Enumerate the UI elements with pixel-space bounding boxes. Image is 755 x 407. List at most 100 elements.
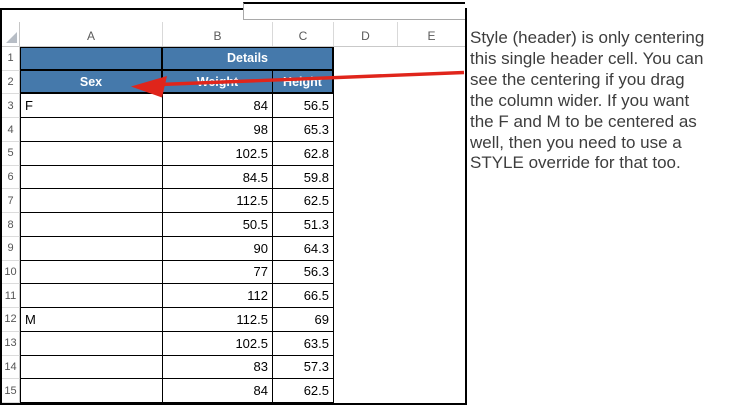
row-header-2[interactable]: 2	[2, 70, 20, 95]
column-header-d[interactable]: D	[334, 22, 398, 46]
row-header[interactable]: 4	[2, 118, 20, 142]
sex-cell[interactable]	[20, 141, 163, 166]
sex-cell[interactable]	[20, 260, 163, 285]
row-header[interactable]: 14	[2, 355, 20, 380]
row-header[interactable]: 3	[2, 94, 20, 119]
cell-a1[interactable]	[20, 47, 163, 71]
sheet-row: 8 50.5 51.3	[2, 213, 465, 237]
cell-empty-right[interactable]	[334, 260, 465, 285]
cell-empty-right[interactable]	[334, 308, 465, 332]
height-cell[interactable]: 56.5	[273, 94, 334, 119]
weight-cell[interactable]: 102.5	[163, 331, 273, 356]
row-header[interactable]: 15	[2, 379, 20, 404]
details-label: Details	[227, 51, 268, 66]
sheet-row: 15 84 62.5	[2, 379, 465, 404]
cell-height-header[interactable]: Height	[273, 70, 334, 95]
height-cell[interactable]: 57.3	[273, 355, 334, 380]
sheet-row: 3 F 84 56.5	[2, 94, 465, 119]
sex-cell[interactable]	[20, 331, 163, 356]
annotation-line: this single header cell. You can	[470, 48, 704, 68]
weight-cell[interactable]: 98	[163, 118, 273, 142]
sheet-row: 11 112 66.5	[2, 284, 465, 309]
cell-empty-right[interactable]	[334, 379, 465, 404]
name-box[interactable]	[243, 2, 465, 20]
annotation-line: well, then you need to use a	[470, 132, 682, 152]
sex-cell[interactable]	[20, 213, 163, 237]
row-header[interactable]: 6	[2, 165, 20, 190]
sheet-row-1: 1 Details	[2, 47, 465, 71]
sheet-row: 7 112.5 62.5	[2, 189, 465, 214]
sheet-row: 4 98 65.3	[2, 118, 465, 142]
sex-cell[interactable]	[20, 189, 163, 214]
annotation-line: the column wider. If you want	[470, 90, 690, 110]
cell-empty-right[interactable]	[334, 47, 465, 71]
row-header[interactable]: 9	[2, 236, 20, 261]
weight-cell[interactable]: 84	[163, 94, 273, 119]
height-cell[interactable]: 69	[273, 308, 334, 332]
height-cell[interactable]: 62.5	[273, 189, 334, 214]
row-header[interactable]: 12	[2, 308, 20, 332]
height-cell[interactable]: 65.3	[273, 118, 334, 142]
height-cell[interactable]: 63.5	[273, 331, 334, 356]
weight-cell[interactable]: 77	[163, 260, 273, 285]
weight-cell[interactable]: 112.5	[163, 308, 273, 332]
sex-cell[interactable]	[20, 236, 163, 261]
row-header[interactable]: 8	[2, 213, 20, 237]
row-header[interactable]: 11	[2, 284, 20, 309]
weight-cell[interactable]: 50.5	[163, 213, 273, 237]
sex-cell[interactable]	[20, 284, 163, 309]
sex-cell[interactable]	[20, 379, 163, 404]
weight-cell[interactable]: 102.5	[163, 141, 273, 166]
cell-sex-header[interactable]: Sex	[20, 70, 163, 95]
cell-details-merged[interactable]: Details	[163, 47, 334, 71]
height-cell[interactable]: 56.3	[273, 260, 334, 285]
weight-cell[interactable]: 112	[163, 284, 273, 309]
height-cell[interactable]: 59.8	[273, 165, 334, 190]
column-header-b[interactable]: B	[163, 22, 273, 46]
sheet-rows: 1 Details 2 Sex Weight Height 3 F 84 56.…	[2, 47, 465, 404]
column-header-a[interactable]: A	[20, 22, 163, 46]
sex-cell[interactable]	[20, 355, 163, 380]
cell-empty-right[interactable]	[334, 189, 465, 214]
cell-empty-right[interactable]	[334, 165, 465, 190]
weight-cell[interactable]: 83	[163, 355, 273, 380]
cell-empty-right[interactable]	[334, 284, 465, 309]
weight-cell[interactable]: 84.5	[163, 165, 273, 190]
sex-cell[interactable]	[20, 118, 163, 142]
weight-cell[interactable]: 112.5	[163, 189, 273, 214]
cell-weight-header[interactable]: Weight	[163, 70, 273, 95]
sex-cell[interactable]: F	[20, 94, 163, 119]
sheet-row: 13 102.5 63.5	[2, 331, 465, 356]
cell-empty-right[interactable]	[334, 141, 465, 166]
row-header[interactable]: 13	[2, 331, 20, 356]
annotation-text: Style (header) is only centering this si…	[470, 28, 755, 174]
cell-empty-right[interactable]	[334, 118, 465, 142]
row-header[interactable]: 5	[2, 141, 20, 166]
cell-empty-right[interactable]	[334, 70, 465, 95]
row-header[interactable]: 10	[2, 260, 20, 285]
height-cell[interactable]: 66.5	[273, 284, 334, 309]
sex-cell[interactable]	[20, 165, 163, 190]
sheet-row: 10 77 56.3	[2, 260, 465, 285]
height-cell[interactable]: 62.8	[273, 141, 334, 166]
weight-cell[interactable]: 84	[163, 379, 273, 404]
column-header-row: A B C D E	[2, 22, 465, 47]
cell-empty-right[interactable]	[334, 355, 465, 380]
select-all-corner[interactable]	[2, 22, 20, 46]
height-cell[interactable]: 51.3	[273, 213, 334, 237]
cell-empty-right[interactable]	[334, 94, 465, 119]
sheet-row: 6 84.5 59.8	[2, 165, 465, 190]
annotation-line: see the centering if you drag	[470, 69, 685, 89]
cell-empty-right[interactable]	[334, 331, 465, 356]
cell-empty-right[interactable]	[334, 213, 465, 237]
row-header[interactable]: 7	[2, 189, 20, 214]
column-header-e[interactable]: E	[398, 22, 465, 46]
height-cell[interactable]: 62.5	[273, 379, 334, 404]
height-cell[interactable]: 64.3	[273, 236, 334, 261]
column-header-c[interactable]: C	[273, 22, 334, 46]
weight-cell[interactable]: 90	[163, 236, 273, 261]
sheet-row: 9 90 64.3	[2, 236, 465, 261]
cell-empty-right[interactable]	[334, 236, 465, 261]
row-header-1[interactable]: 1	[2, 47, 20, 71]
sex-cell[interactable]: M	[20, 308, 163, 332]
